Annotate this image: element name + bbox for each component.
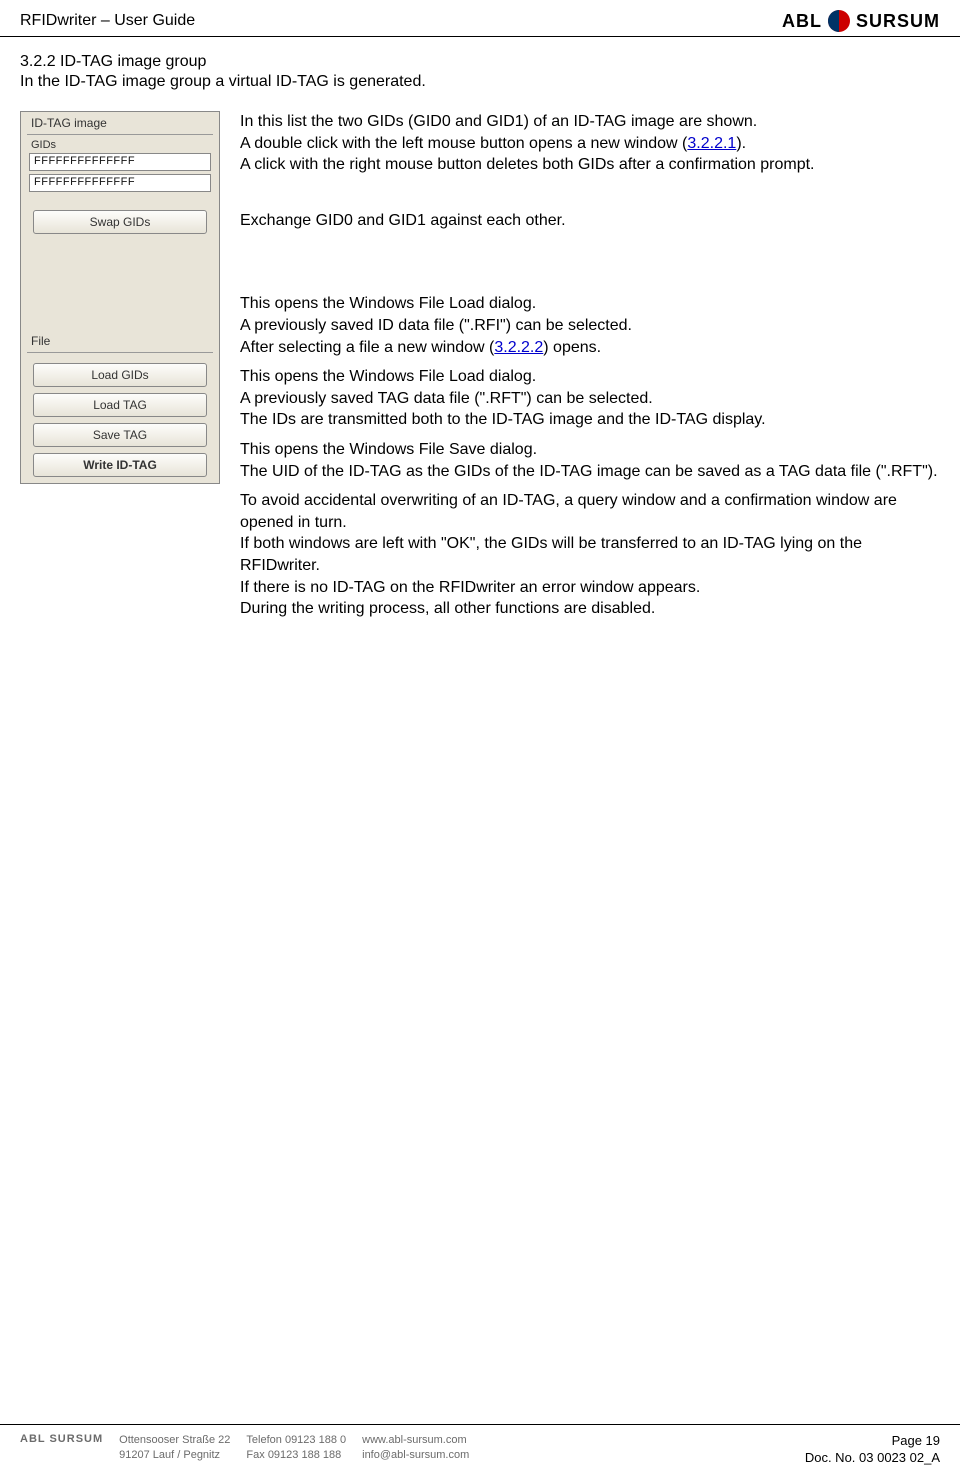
- footer-brand: ABL SURSUM: [20, 1433, 103, 1445]
- page-number: Page 19: [892, 1433, 940, 1448]
- text: If there is no ID-TAG on the RFIDwriter …: [240, 579, 700, 596]
- link-3222[interactable]: 3.2.2.2: [494, 339, 543, 356]
- text: A double click with the left mouse butto…: [240, 135, 687, 152]
- file-group-label: File: [21, 330, 219, 352]
- text: Telefon 09123 188 0: [246, 1433, 346, 1447]
- text: A previously saved ID data file (".RFI")…: [240, 317, 632, 334]
- text: ) opens.: [543, 339, 601, 356]
- text: The UID of the ID-TAG as the GIDs of the…: [240, 463, 938, 480]
- description-column: In this list the two GIDs (GID0 and GID1…: [240, 111, 940, 636]
- text: The IDs are transmitted both to the ID-T…: [240, 411, 766, 428]
- text: 91207 Lauf / Pegnitz: [119, 1448, 230, 1462]
- logo-icon: [828, 10, 850, 32]
- logo-text-right: SURSUM: [856, 11, 940, 32]
- para-load-gids: This opens the Windows File Load dialog.…: [240, 293, 940, 358]
- text: If both windows are left with "OK", the …: [240, 535, 862, 574]
- section-heading: 3.2.2 ID-TAG image group: [20, 53, 940, 71]
- footer-phone: Telefon 09123 188 0 Fax 09123 188 188: [246, 1433, 346, 1462]
- gid1-field[interactable]: FFFFFFFFFFFFFF: [29, 174, 211, 192]
- text: A click with the right mouse button dele…: [240, 156, 815, 173]
- footer-right: Page 19 Doc. No. 03 0023 02_A: [805, 1433, 940, 1467]
- logo-text-left: ABL: [782, 11, 822, 32]
- para-gids: In this list the two GIDs (GID0 and GID1…: [240, 111, 940, 176]
- save-tag-button[interactable]: Save TAG: [33, 423, 207, 447]
- para-write: To avoid accidental overwriting of an ID…: [240, 490, 940, 620]
- doc-number: Doc. No. 03 0023 02_A: [805, 1450, 940, 1465]
- file-group: Load GIDs Load TAG Save TAG Write ID-TAG: [27, 352, 213, 477]
- para-load-tag: This opens the Windows File Load dialog.…: [240, 366, 940, 431]
- text: info@abl-sursum.com: [362, 1448, 469, 1462]
- text: This opens the Windows File Load dialog.: [240, 368, 536, 385]
- load-tag-button[interactable]: Load TAG: [33, 393, 207, 417]
- text: ).: [736, 135, 746, 152]
- swap-gids-button[interactable]: Swap GIDs: [33, 210, 207, 234]
- page-footer: ABL SURSUM Ottensooser Straße 22 91207 L…: [0, 1424, 960, 1481]
- page-header: RFIDwriter – User Guide ABL SURSUM: [0, 0, 960, 37]
- para-save-tag: This opens the Windows File Save dialog.…: [240, 439, 940, 482]
- panel-title: ID-TAG image: [21, 112, 219, 134]
- para-swap: Exchange GID0 and GID1 against each othe…: [240, 210, 940, 232]
- text: www.abl-sursum.com: [362, 1433, 469, 1447]
- load-gids-button[interactable]: Load GIDs: [33, 363, 207, 387]
- write-idtag-button[interactable]: Write ID-TAG: [33, 453, 207, 477]
- link-3221[interactable]: 3.2.2.1: [687, 135, 736, 152]
- text: During the writing process, all other fu…: [240, 600, 655, 617]
- text: This opens the Windows File Save dialog.: [240, 441, 537, 458]
- idtag-image-panel: ID-TAG image GIDs FFFFFFFFFFFFFF FFFFFFF…: [20, 111, 220, 484]
- text: Exchange GID0 and GID1 against each othe…: [240, 212, 566, 229]
- text: This opens the Windows File Load dialog.: [240, 295, 536, 312]
- text: A previously saved TAG data file (".RFT"…: [240, 390, 653, 407]
- text: To avoid accidental overwriting of an ID…: [240, 492, 897, 531]
- text: Fax 09123 188 188: [246, 1448, 346, 1462]
- footer-left: ABL SURSUM Ottensooser Straße 22 91207 L…: [20, 1433, 469, 1462]
- section-intro: In the ID-TAG image group a virtual ID-T…: [20, 73, 940, 91]
- text: After selecting a file a new window (: [240, 339, 494, 356]
- text: Ottensooser Straße 22: [119, 1433, 230, 1447]
- gids-group: GIDs FFFFFFFFFFFFFF FFFFFFFFFFFFFF Swap …: [27, 134, 213, 234]
- text: In this list the two GIDs (GID0 and GID1…: [240, 113, 757, 130]
- footer-web: www.abl-sursum.com info@abl-sursum.com: [362, 1433, 469, 1462]
- gid0-field[interactable]: FFFFFFFFFFFFFF: [29, 153, 211, 171]
- brand-logo: ABL SURSUM: [782, 10, 940, 32]
- header-title: RFIDwriter – User Guide: [20, 12, 195, 30]
- gids-label: GIDs: [27, 139, 213, 151]
- footer-address: Ottensooser Straße 22 91207 Lauf / Pegni…: [119, 1433, 230, 1462]
